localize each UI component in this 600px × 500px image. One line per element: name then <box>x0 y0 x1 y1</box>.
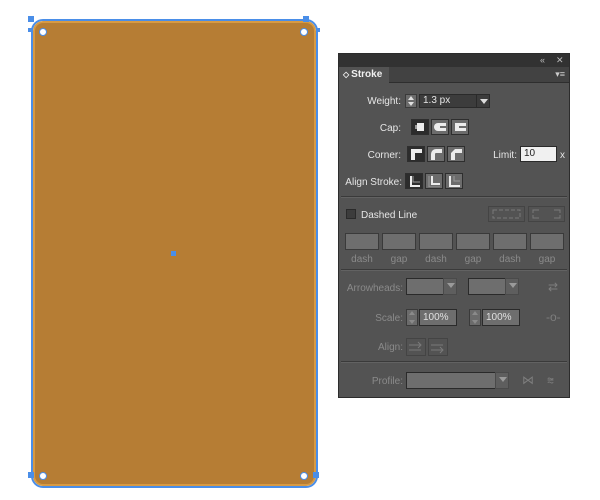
align-outside-button[interactable] <box>445 173 463 189</box>
end-scale-input[interactable]: 100% <box>482 309 520 326</box>
gap-3-input[interactable] <box>530 233 564 250</box>
miter-join-icon <box>411 149 422 160</box>
dash-1-label: dash <box>351 254 373 265</box>
cap-label: Cap: <box>379 123 401 134</box>
corner-radius-widget-top-right[interactable] <box>300 28 308 36</box>
projecting-cap-icon <box>455 123 466 131</box>
profile-label: Profile: <box>371 376 403 387</box>
align-stroke-button-group <box>405 173 465 189</box>
round-join-button[interactable] <box>427 146 445 162</box>
align-inside-button[interactable] <box>425 173 443 189</box>
preserve-dash-icon <box>492 209 521 219</box>
start-arrowhead-dropdown[interactable] <box>443 278 457 295</box>
round-join-icon <box>431 149 442 160</box>
start-scale-input[interactable]: 100% <box>419 309 457 326</box>
corner-radius-widget-bottom-right[interactable] <box>300 472 308 480</box>
projecting-cap-button[interactable] <box>451 119 469 135</box>
corner-radius-widget-bottom-left[interactable] <box>39 472 47 480</box>
align-stroke-inside-icon <box>428 176 440 187</box>
link-scale-icon[interactable]: -ᴏ- <box>546 311 561 323</box>
weight-stepper[interactable] <box>405 94 417 108</box>
weight-input[interactable]: 1.3 px <box>419 94 477 108</box>
gap-1-input[interactable] <box>382 233 416 250</box>
flip-across-icon[interactable]: ⩬ <box>547 374 554 386</box>
tab-stroke[interactable]: ◇ Stroke <box>339 67 389 83</box>
place-arrow-tip-button[interactable] <box>428 338 448 356</box>
close-icon[interactable]: ✕ <box>556 55 564 66</box>
end-arrowhead-select[interactable] <box>468 278 506 295</box>
double-chevron-left-icon[interactable]: « <box>540 55 545 66</box>
anchor-left-edge[interactable] <box>28 28 32 32</box>
align-stroke-outside-icon <box>449 176 460 187</box>
dash-2-input[interactable] <box>419 233 453 250</box>
align-dash-corners-icon <box>532 209 561 219</box>
gap-1-label: gap <box>390 254 408 265</box>
place-arrow-tip-icon <box>431 344 444 354</box>
tab-stroke-label: Stroke <box>351 69 383 80</box>
corner-label: Corner: <box>367 150 401 161</box>
corner-radius-widget-top-left[interactable] <box>39 28 47 36</box>
miter-join-button[interactable] <box>407 146 425 162</box>
weight-dropdown-button[interactable] <box>476 94 490 108</box>
end-scale-stepper[interactable] <box>469 309 481 326</box>
gap-2-input[interactable] <box>456 233 490 250</box>
limit-suffix: x <box>560 150 565 161</box>
preserve-dash-button[interactable] <box>488 206 525 222</box>
anchor-center[interactable] <box>171 251 176 256</box>
profile-select[interactable] <box>406 372 496 389</box>
align-dash-corners-button[interactable] <box>528 206 565 222</box>
gap-3-label: gap <box>538 254 556 265</box>
anchor-top-right[interactable] <box>303 16 309 22</box>
dash-3-label: dash <box>499 254 521 265</box>
miter-limit-input[interactable]: 10 <box>520 146 557 162</box>
extend-arrow-tip-icon <box>409 341 422 351</box>
dash-2-label: dash <box>425 254 447 265</box>
profile-dropdown[interactable] <box>495 372 509 389</box>
separator <box>341 269 567 271</box>
bevel-join-button[interactable] <box>447 146 465 162</box>
align-stroke-center-icon <box>410 176 420 187</box>
weight-label: Weight: <box>367 96 401 107</box>
start-scale-stepper[interactable] <box>406 309 418 326</box>
limit-label: Limit: <box>493 150 517 161</box>
scale-label: Scale: <box>375 313 403 324</box>
start-arrowhead-select[interactable] <box>406 278 444 295</box>
anchor-bottom-left[interactable] <box>28 472 34 478</box>
round-cap-icon <box>434 123 446 131</box>
arrowheads-label: Arrowheads: <box>346 283 403 294</box>
extend-arrow-tip-button[interactable] <box>406 338 426 356</box>
align-stroke-label: Align Stroke: <box>345 177 402 188</box>
anchor-right-edge[interactable] <box>316 28 320 32</box>
swap-arrowheads-icon[interactable]: ⇄ <box>548 281 558 293</box>
stroke-panel: « ✕ ◇ Stroke ▾≡ Weight: 1.3 px Cap: Corne… <box>338 53 570 398</box>
gap-2-label: gap <box>464 254 482 265</box>
align-arrows-label: Align: <box>377 342 403 353</box>
panel-menu-icon[interactable]: ▾≡ <box>555 69 565 80</box>
round-cap-button[interactable] <box>431 119 449 135</box>
butt-cap-icon <box>415 123 424 131</box>
separator <box>341 361 567 363</box>
flip-along-icon[interactable]: ⋈ <box>522 374 534 386</box>
panel-tab-bar: ◇ Stroke ▾≡ <box>339 67 569 83</box>
butt-cap-button[interactable] <box>411 119 429 135</box>
dash-1-input[interactable] <box>345 233 379 250</box>
dash-3-input[interactable] <box>493 233 527 250</box>
align-center-button[interactable] <box>405 173 423 189</box>
cap-button-group <box>411 119 471 135</box>
tab-collapse-icon[interactable]: ◇ <box>343 70 349 79</box>
anchor-top-left[interactable] <box>28 16 34 22</box>
separator <box>341 196 567 198</box>
dashed-line-checkbox[interactable] <box>346 209 356 219</box>
bevel-join-icon <box>451 149 462 160</box>
anchor-bottom-right[interactable] <box>313 472 319 478</box>
panel-title-bar[interactable]: « ✕ <box>339 54 569 67</box>
corner-button-group <box>407 146 467 162</box>
end-arrowhead-dropdown[interactable] <box>505 278 519 295</box>
dashed-line-label: Dashed Line <box>361 210 418 221</box>
